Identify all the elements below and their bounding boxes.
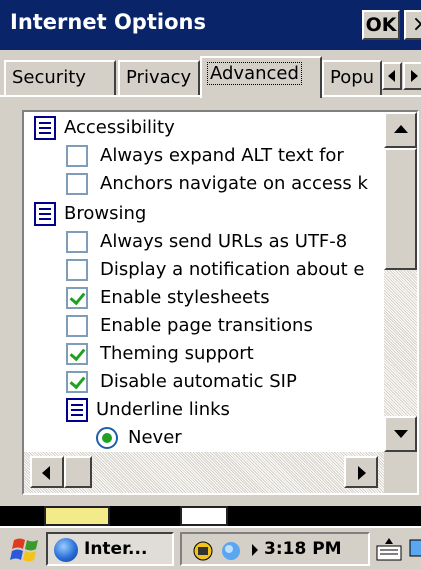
desktop-window-fragment: [44, 506, 110, 526]
vertical-scrollbar[interactable]: [384, 112, 417, 452]
setting-anchors-navigate[interactable]: Anchors navigate on access k: [24, 170, 384, 198]
radio-selected[interactable]: [96, 427, 118, 449]
arrow-down-icon: [394, 430, 408, 438]
horizontal-scroll-thumb[interactable]: [64, 456, 92, 488]
group-icon: [34, 202, 56, 226]
group-browsing[interactable]: Browsing: [24, 200, 384, 228]
scrollbar-corner: [384, 452, 417, 493]
internet-explorer-icon: [54, 538, 78, 562]
horizontal-scrollbar[interactable]: [24, 452, 384, 493]
desktop-window-fragment: [180, 506, 228, 526]
vertical-scroll-thumb[interactable]: [384, 148, 417, 270]
tab-advanced[interactable]: Advanced: [200, 56, 322, 98]
setting-theming-support[interactable]: Theming support: [24, 340, 384, 368]
group-underline-links[interactable]: Underline links: [24, 396, 384, 424]
clock[interactable]: 3:18 PM: [264, 534, 342, 564]
checkbox[interactable]: [66, 173, 88, 195]
close-button[interactable]: ×: [404, 10, 421, 40]
group-icon: [66, 398, 88, 422]
group-accessibility[interactable]: Accessibility: [24, 114, 384, 142]
desktop-background: [0, 506, 421, 526]
arrow-right-icon: [358, 466, 366, 480]
scroll-down-button[interactable]: [384, 416, 417, 452]
window-title: Internet Options: [10, 10, 206, 34]
setting-send-utf8[interactable]: Always send URLs as UTF-8: [24, 228, 384, 256]
windows-flag-icon: [10, 538, 38, 562]
system-tray: 3:18 PM: [180, 532, 370, 566]
setting-label: Display a notification about e: [100, 259, 365, 280]
checkbox[interactable]: [66, 315, 88, 337]
connectivity-icon[interactable]: [220, 540, 242, 562]
taskbar: Inter... 3:18 PM: [0, 526, 421, 569]
chevron-right-icon: [411, 70, 418, 82]
arrow-up-icon: [394, 125, 408, 133]
tray-expand-icon[interactable]: [252, 544, 258, 556]
scroll-right-button[interactable]: [344, 456, 378, 488]
title-bar: Internet Options OK ×: [0, 0, 421, 50]
group-icon: [34, 116, 56, 140]
setting-enable-stylesheets[interactable]: Enable stylesheets: [24, 284, 384, 312]
setting-label: Always expand ALT text for: [100, 145, 344, 166]
tab-advanced-label: Advanced: [207, 62, 302, 85]
tab-privacy[interactable]: Privacy: [118, 60, 200, 96]
setting-label: Enable stylesheets: [100, 287, 270, 308]
chevron-left-icon: [388, 70, 395, 82]
setting-page-transitions[interactable]: Enable page transitions: [24, 312, 384, 340]
setting-always-expand-alt[interactable]: Always expand ALT text for: [24, 142, 384, 170]
setting-label: Theming support: [100, 343, 254, 364]
group-label: Underline links: [96, 399, 230, 420]
scroll-up-button[interactable]: [384, 112, 417, 148]
setting-display-notification[interactable]: Display a notification about e: [24, 256, 384, 284]
tab-scroll-left-button[interactable]: [382, 62, 402, 90]
input-panel-keyboard-icon[interactable]: [374, 534, 404, 564]
checkbox-checked[interactable]: [66, 343, 88, 365]
tab-strip: Security Privacy Advanced Popu: [0, 56, 421, 98]
checkbox-checked[interactable]: [66, 287, 88, 309]
scroll-left-button[interactable]: [30, 456, 64, 488]
ok-button[interactable]: OK: [362, 10, 400, 40]
taskbar-item-internet[interactable]: Inter...: [46, 532, 174, 566]
taskbar-item-label: Inter...: [84, 539, 148, 559]
settings-tree: Accessibility Always expand ALT text for…: [24, 112, 384, 452]
tab-security[interactable]: Security: [4, 60, 116, 96]
setting-label: Disable automatic SIP: [100, 371, 297, 392]
checkbox-checked[interactable]: [66, 371, 88, 393]
option-label: Never: [128, 427, 182, 448]
tab-scroll-right-button[interactable]: [403, 62, 421, 90]
tab-popups[interactable]: Popu: [322, 60, 382, 96]
group-label: Accessibility: [64, 117, 175, 138]
start-button[interactable]: [4, 534, 42, 566]
group-label: Browsing: [64, 203, 147, 224]
checkbox[interactable]: [66, 259, 88, 281]
setting-disable-sip[interactable]: Disable automatic SIP: [24, 368, 384, 396]
checkbox[interactable]: [66, 231, 88, 253]
option-never[interactable]: Never: [24, 424, 384, 452]
desktop-icon[interactable]: [408, 534, 421, 564]
setting-label: Enable page transitions: [100, 315, 313, 336]
advanced-settings-list[interactable]: Accessibility Always expand ALT text for…: [22, 110, 419, 495]
setting-label: Anchors navigate on access k: [100, 173, 368, 194]
setting-label: Always send URLs as UTF-8: [100, 231, 348, 252]
network-icon[interactable]: [192, 540, 214, 562]
checkbox[interactable]: [66, 145, 88, 167]
arrow-left-icon: [42, 466, 50, 480]
